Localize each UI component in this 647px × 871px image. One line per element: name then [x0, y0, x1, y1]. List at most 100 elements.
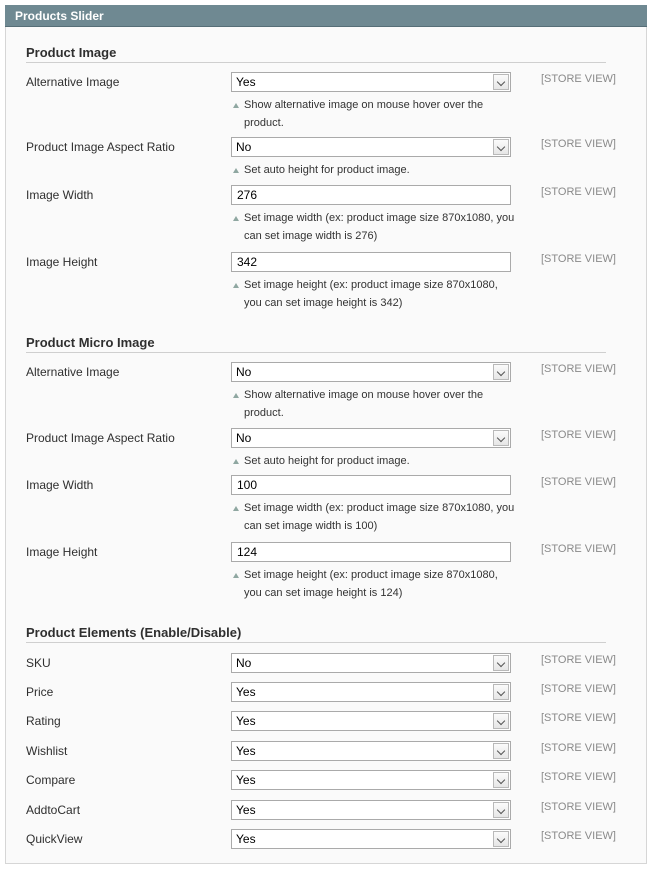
- note-line: Set auto height for product image.: [244, 164, 410, 176]
- field-note: Show alternative image on mouse hover ov…: [232, 386, 522, 422]
- rating-select[interactable]: Yes: [231, 711, 511, 731]
- quickview-select[interactable]: Yes: [231, 829, 511, 849]
- scope-label: [STORE VIEW]: [541, 253, 616, 265]
- note-line: can set image width is 100): [244, 520, 378, 532]
- note-line: can set image width is 276): [244, 230, 378, 242]
- section-divider: [26, 62, 606, 63]
- note-line: Set image width (ex: product image size …: [244, 502, 515, 514]
- section-title-product-image: Product Image: [26, 45, 117, 60]
- chevron-down-icon[interactable]: [493, 430, 509, 446]
- image-width-input[interactable]: 276: [231, 185, 511, 205]
- chevron-down-icon[interactable]: [493, 74, 509, 90]
- select-value: No: [236, 365, 252, 379]
- field-label: SKU: [26, 656, 51, 670]
- alternative-image-select[interactable]: Yes: [231, 72, 511, 92]
- note-line: Set image height (ex: product image size…: [244, 279, 498, 291]
- chevron-down-icon[interactable]: [493, 772, 509, 788]
- field-note: Set image height (ex: product image size…: [232, 566, 522, 602]
- chevron-down-icon[interactable]: [493, 831, 509, 847]
- select-value: Yes: [236, 714, 256, 728]
- field-label: Compare: [26, 773, 76, 787]
- field-label: Image Height: [26, 545, 98, 559]
- field-label: Image Width: [26, 478, 94, 492]
- field-label: Image Width: [26, 188, 94, 202]
- scope-label: [STORE VIEW]: [541, 138, 616, 150]
- triangle-up-icon: [233, 506, 239, 511]
- addtocart-select[interactable]: Yes: [231, 800, 511, 820]
- sku-select[interactable]: No: [231, 653, 511, 673]
- note-line: product.: [244, 117, 284, 129]
- select-value: Yes: [236, 773, 256, 787]
- field-note: Set image width (ex: product image size …: [232, 209, 522, 245]
- field-note: Set image height (ex: product image size…: [232, 276, 522, 312]
- panel-header[interactable]: Products Slider: [5, 5, 647, 27]
- note-line: Show alternative image on mouse hover ov…: [244, 99, 484, 111]
- input-value: 342: [237, 255, 258, 269]
- triangle-up-icon: [233, 393, 239, 398]
- field-label: Wishlist: [26, 744, 68, 758]
- scope-label: [STORE VIEW]: [541, 801, 616, 813]
- note-line: you can set image height is 124): [244, 587, 403, 599]
- chevron-down-icon[interactable]: [493, 713, 509, 729]
- chevron-down-icon[interactable]: [493, 655, 509, 671]
- triangle-up-icon: [233, 573, 239, 578]
- select-value: No: [236, 140, 252, 154]
- chevron-down-icon[interactable]: [493, 364, 509, 380]
- chevron-down-icon[interactable]: [493, 802, 509, 818]
- chevron-down-icon[interactable]: [493, 743, 509, 759]
- field-label: Product Image Aspect Ratio: [26, 140, 175, 154]
- section-title-product-micro-image: Product Micro Image: [26, 335, 155, 350]
- select-value: Yes: [236, 685, 256, 699]
- select-value: No: [236, 431, 252, 445]
- price-select[interactable]: Yes: [231, 682, 511, 702]
- triangle-up-icon: [233, 103, 239, 108]
- scope-label: [STORE VIEW]: [541, 363, 616, 375]
- field-label: Alternative Image: [26, 365, 120, 379]
- wishlist-select[interactable]: Yes: [231, 741, 511, 761]
- micro-image-height-input[interactable]: 124: [231, 542, 511, 562]
- note-line: Show alternative image on mouse hover ov…: [244, 389, 484, 401]
- scope-label: [STORE VIEW]: [541, 742, 616, 754]
- chevron-down-icon[interactable]: [493, 139, 509, 155]
- scope-label: [STORE VIEW]: [541, 712, 616, 724]
- note-line: product.: [244, 407, 284, 419]
- field-label: Price: [26, 685, 54, 699]
- field-label: QuickView: [26, 832, 83, 846]
- aspect-ratio-select[interactable]: No: [231, 137, 511, 157]
- scope-label: [STORE VIEW]: [541, 186, 616, 198]
- scope-label: [STORE VIEW]: [541, 683, 616, 695]
- select-value: Yes: [236, 803, 256, 817]
- input-value: 276: [237, 188, 258, 202]
- field-label: Product Image Aspect Ratio: [26, 431, 175, 445]
- triangle-up-icon: [233, 283, 239, 288]
- field-note: Set image width (ex: product image size …: [232, 499, 522, 535]
- note-line: you can set image height is 342): [244, 297, 403, 309]
- chevron-down-icon[interactable]: [493, 684, 509, 700]
- triangle-up-icon: [233, 216, 239, 221]
- scope-label: [STORE VIEW]: [541, 73, 616, 85]
- scope-label: [STORE VIEW]: [541, 830, 616, 842]
- field-label: Alternative Image: [26, 75, 120, 89]
- select-value: Yes: [236, 75, 256, 89]
- scope-label: [STORE VIEW]: [541, 771, 616, 783]
- field-label: AddtoCart: [26, 803, 81, 817]
- field-note: Show alternative image on mouse hover ov…: [232, 96, 522, 132]
- image-height-input[interactable]: 342: [231, 252, 511, 272]
- select-value: Yes: [236, 832, 256, 846]
- scope-label: [STORE VIEW]: [541, 543, 616, 555]
- scope-label: [STORE VIEW]: [541, 429, 616, 441]
- input-value: 100: [237, 478, 258, 492]
- triangle-up-icon: [233, 459, 239, 464]
- field-note: Set auto height for product image.: [232, 452, 522, 470]
- micro-alternative-image-select[interactable]: No: [231, 362, 511, 382]
- section-divider: [26, 642, 606, 643]
- note-line: Set auto height for product image.: [244, 455, 410, 467]
- select-value: No: [236, 656, 252, 670]
- micro-aspect-ratio-select[interactable]: No: [231, 428, 511, 448]
- section-divider: [26, 352, 606, 353]
- note-line: Set image width (ex: product image size …: [244, 212, 515, 224]
- compare-select[interactable]: Yes: [231, 770, 511, 790]
- micro-image-width-input[interactable]: 100: [231, 475, 511, 495]
- scope-label: [STORE VIEW]: [541, 476, 616, 488]
- field-note: Set auto height for product image.: [232, 161, 522, 179]
